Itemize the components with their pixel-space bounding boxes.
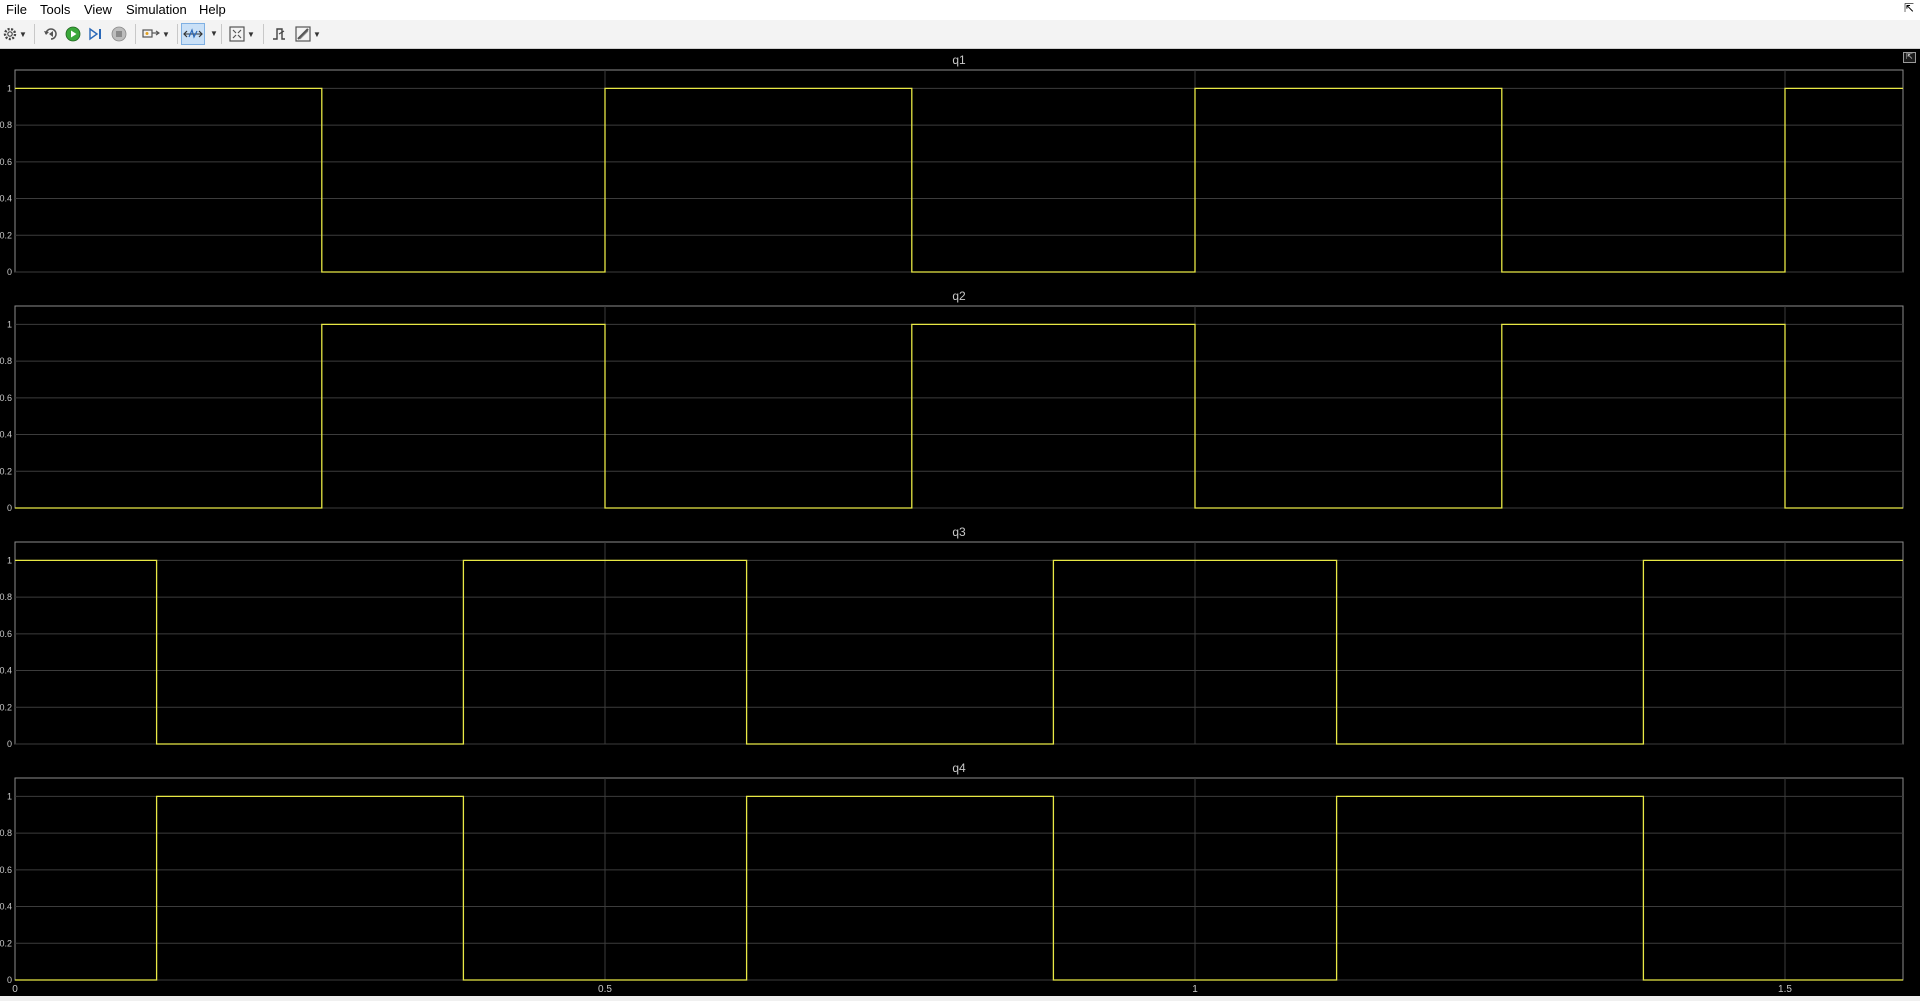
step-back-button[interactable] [41, 23, 61, 45]
toolbar: ▼ ▼ ▼ ▼ ▼ [0, 20, 1920, 49]
y-tick-label: 0.2 [0, 702, 12, 712]
step-forward-icon [89, 27, 101, 41]
menu-tools[interactable]: Tools [40, 2, 70, 17]
x-tick-label: 0.5 [598, 984, 612, 995]
menu-view[interactable]: View [84, 2, 112, 17]
plot-area-q1 [14, 69, 1904, 273]
plot-title: q3 [952, 525, 966, 539]
settings-gear-icon [3, 27, 17, 41]
y-tick-label: 0.8 [0, 592, 12, 602]
menu-file[interactable]: File [6, 2, 27, 17]
y-tick-label: 1 [7, 83, 12, 93]
measurements-button[interactable]: ▼ [293, 23, 323, 45]
y-tick-label: 0.4 [0, 430, 12, 440]
y-tick-label: 0.4 [0, 194, 12, 204]
scope-display: ⇱ 0 0.2 0.4 0.6 0.8 1 q1 0 0.2 0.4 0.6 0.8 1 q2 0 0.2 0.… [0, 49, 1920, 996]
run-icon [65, 26, 81, 42]
menu-simulation[interactable]: Simulation [126, 2, 187, 17]
plot-area-q3 [14, 541, 1904, 745]
plot-title: q2 [952, 289, 966, 303]
stop-icon [111, 26, 127, 42]
plot-title: q1 [952, 53, 966, 67]
settings-button[interactable]: ▼ [1, 23, 29, 45]
triggers-icon [273, 28, 285, 40]
plot-area-q2 [14, 305, 1904, 509]
plot-area-q4 [14, 777, 1904, 981]
menu-bar: File Tools View Simulation Help ⇱ [0, 0, 1920, 20]
step-forward-button[interactable] [86, 23, 106, 45]
y-tick-label: 0.4 [0, 902, 12, 912]
chevron-down-icon: ▼ [247, 29, 255, 39]
y-tick-label: 0.6 [0, 629, 12, 639]
menu-help[interactable]: Help [199, 2, 226, 17]
stop-button[interactable] [109, 23, 129, 45]
x-tick-label: 1.5 [1778, 984, 1792, 995]
zoom-mode-icon [183, 28, 203, 39]
triggers-button[interactable] [268, 23, 290, 45]
chevron-down-icon: ▼ [19, 29, 27, 39]
zoom-mode-button[interactable] [181, 23, 205, 45]
highlight-block-button[interactable]: ▼ [141, 23, 171, 45]
y-tick-label: 0.8 [0, 828, 12, 838]
undock-icon[interactable]: ⇱ [1903, 52, 1916, 63]
y-tick-label: 0.6 [0, 157, 12, 167]
y-tick-label: 0.6 [0, 393, 12, 403]
measurements-icon [295, 26, 311, 42]
autoscale-button[interactable]: ▼ [227, 23, 257, 45]
y-tick-label: 0.2 [0, 466, 12, 476]
y-tick-label: 0 [7, 503, 12, 513]
y-tick-label: 0.2 [0, 230, 12, 240]
highlight-block-icon [142, 29, 161, 38]
y-tick-label: 0.6 [0, 865, 12, 875]
y-tick-label: 0 [7, 267, 12, 277]
y-tick-label: 0.4 [0, 666, 12, 676]
y-tick-label: 0.8 [0, 120, 12, 130]
y-tick-label: 1 [7, 791, 12, 801]
y-tick-label: 0.2 [0, 938, 12, 948]
plot-title: q4 [952, 761, 966, 775]
x-tick-label: 0 [12, 984, 18, 995]
step-back-icon [44, 28, 57, 40]
zoom-dropdown-icon[interactable]: ▼ [210, 29, 218, 38]
y-tick-label: 1 [7, 555, 12, 565]
collapse-toolstrip-icon[interactable]: ⇱ [1904, 1, 1914, 15]
y-tick-label: 0.8 [0, 356, 12, 366]
y-tick-label: 1 [7, 319, 12, 329]
autoscale-icon [229, 26, 245, 42]
y-tick-label: 0 [7, 739, 12, 749]
run-button[interactable] [63, 23, 83, 45]
x-tick-label: 1 [1192, 984, 1198, 995]
chevron-down-icon: ▼ [162, 29, 170, 39]
scope-plots: 0 0.2 0.4 0.6 0.8 1 q1 0 0.2 0.4 0.6 0.8 1 q2 0 0.2 0.4 0… [0, 53, 1904, 995]
chevron-down-icon: ▼ [313, 29, 321, 39]
